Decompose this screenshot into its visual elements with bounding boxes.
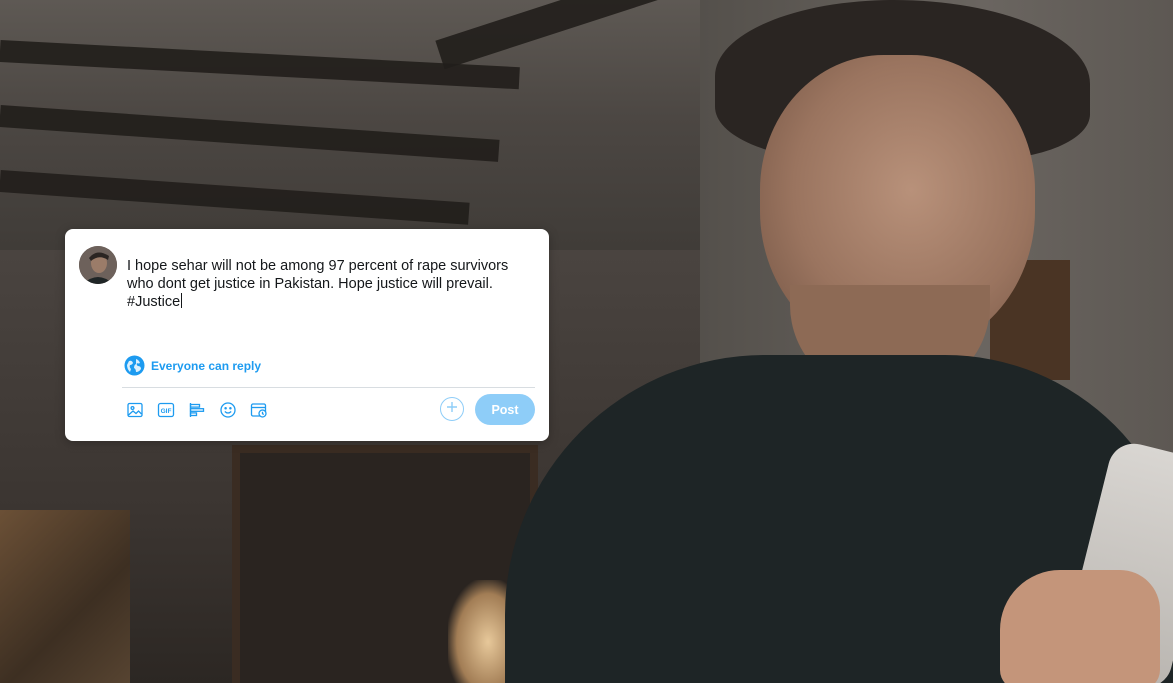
- background-painting: [0, 510, 130, 683]
- compose-tweet-card: I hope sehar will not be among 97 percen…: [65, 229, 549, 441]
- post-button[interactable]: Post: [475, 394, 535, 425]
- gif-icon-text: GIF: [161, 408, 172, 415]
- hand: [1000, 570, 1160, 683]
- image-icon[interactable]: [125, 400, 145, 420]
- divider: [122, 387, 535, 388]
- globe-icon: [124, 355, 145, 376]
- compose-toolbar: GIF: [125, 399, 269, 421]
- video-frame: I hope sehar will not be among 97 percen…: [0, 0, 1173, 683]
- text-caret: [181, 293, 183, 308]
- tweet-text-input[interactable]: I hope sehar will not be among 97 percen…: [127, 257, 527, 311]
- emoji-icon[interactable]: [218, 400, 238, 420]
- add-thread-button[interactable]: [440, 397, 464, 421]
- plus-icon: [446, 400, 458, 418]
- gif-icon[interactable]: GIF: [156, 400, 176, 420]
- schedule-icon[interactable]: [249, 400, 269, 420]
- avatar[interactable]: [79, 246, 117, 284]
- tweet-text-content: I hope sehar will not be among 97 percen…: [127, 258, 513, 310]
- reply-setting-label: Everyone can reply: [151, 358, 262, 373]
- reply-setting-button[interactable]: Everyone can reply: [124, 355, 261, 376]
- poll-icon[interactable]: [187, 400, 207, 420]
